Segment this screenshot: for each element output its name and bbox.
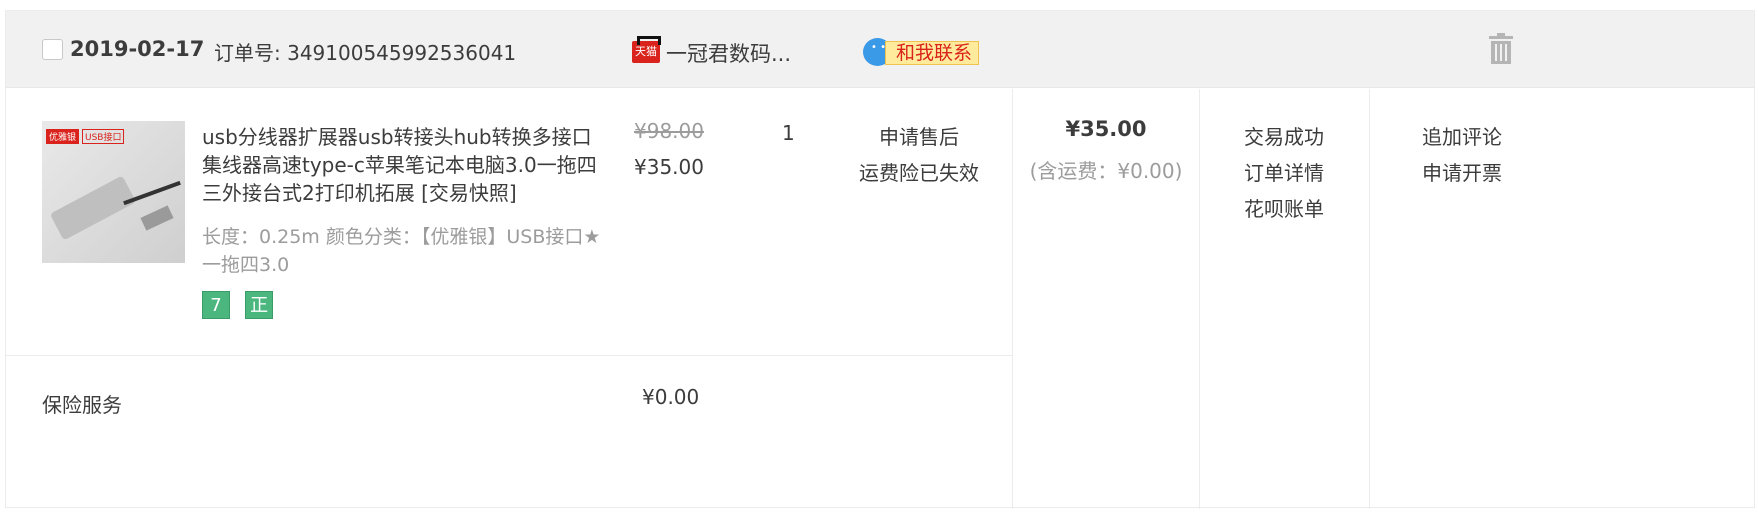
order-total: ¥35.00 — [1065, 117, 1147, 141]
add-review-link[interactable]: 追加评论 — [1369, 119, 1555, 155]
original-price: ¥98.00 — [634, 119, 704, 143]
insurance-service-label: 保险服务 — [42, 393, 122, 417]
plug-shape — [140, 205, 174, 231]
after-sale-actions: 申请售后 运费险已失效 — [854, 119, 984, 191]
request-invoice-link[interactable]: 申请开票 — [1369, 155, 1555, 191]
trade-status: 交易成功 — [1244, 125, 1324, 149]
order-body: 优雅银 USB接口 usb分线器扩展器usb转接头hub转换多接口集线器高速ty… — [6, 89, 1754, 509]
tmall-icon: 天猫 — [632, 36, 661, 63]
order-details-link[interactable]: 订单详情 — [1199, 155, 1369, 191]
quantity: 1 — [782, 121, 795, 145]
shipping-fee: (含运费：¥0.00) — [1029, 159, 1183, 183]
order-number: 订单号: 349100545992536041 — [214, 41, 517, 65]
usb-hub-shape — [49, 175, 137, 241]
trash-icon[interactable] — [1487, 33, 1515, 65]
image-tag: 优雅银 — [46, 129, 80, 144]
column-divider — [1012, 89, 1013, 509]
apply-after-sale-link[interactable]: 申请售后 — [854, 119, 984, 155]
order-header: 2019-02-17 订单号: 349100545992536041 天猫 一冠… — [6, 11, 1754, 88]
product-image[interactable]: 优雅银 USB接口 — [42, 121, 185, 263]
service-badges: 7 正 — [202, 291, 283, 319]
shipping-insurance-status: 运费险已失效 — [859, 161, 979, 185]
contact-seller-label: 和我联系 — [885, 41, 980, 65]
operations-column: 追加评论 申请开票 — [1369, 119, 1555, 191]
order-date: 2019-02-17 — [70, 37, 205, 61]
order-checkbox[interactable] — [42, 39, 63, 60]
order-status-column: 交易成功 订单详情 花呗账单 — [1199, 119, 1369, 227]
seven-day-return-badge[interactable]: 7 — [202, 291, 230, 319]
genuine-guarantee-badge[interactable]: 正 — [245, 291, 274, 319]
product-spec: 长度：0.25m 颜色分类：【优雅银】USB接口★一拖四3.0 — [202, 226, 601, 276]
shop-name-link[interactable]: 一冠君数码... — [666, 38, 791, 68]
order-card: 2019-02-17 订单号: 349100545992536041 天猫 一冠… — [5, 10, 1755, 509]
image-tag: USB接口 — [82, 129, 125, 144]
row-divider — [6, 355, 1012, 356]
product-title-link[interactable]: usb分线器扩展器usb转接头hub转换多接口集线器高速type-c苹果笔记本电… — [202, 123, 602, 207]
insurance-price: ¥0.00 — [642, 385, 700, 409]
huabei-bill-link[interactable]: 花呗账单 — [1199, 191, 1369, 227]
paid-price: ¥35.00 — [634, 155, 704, 179]
